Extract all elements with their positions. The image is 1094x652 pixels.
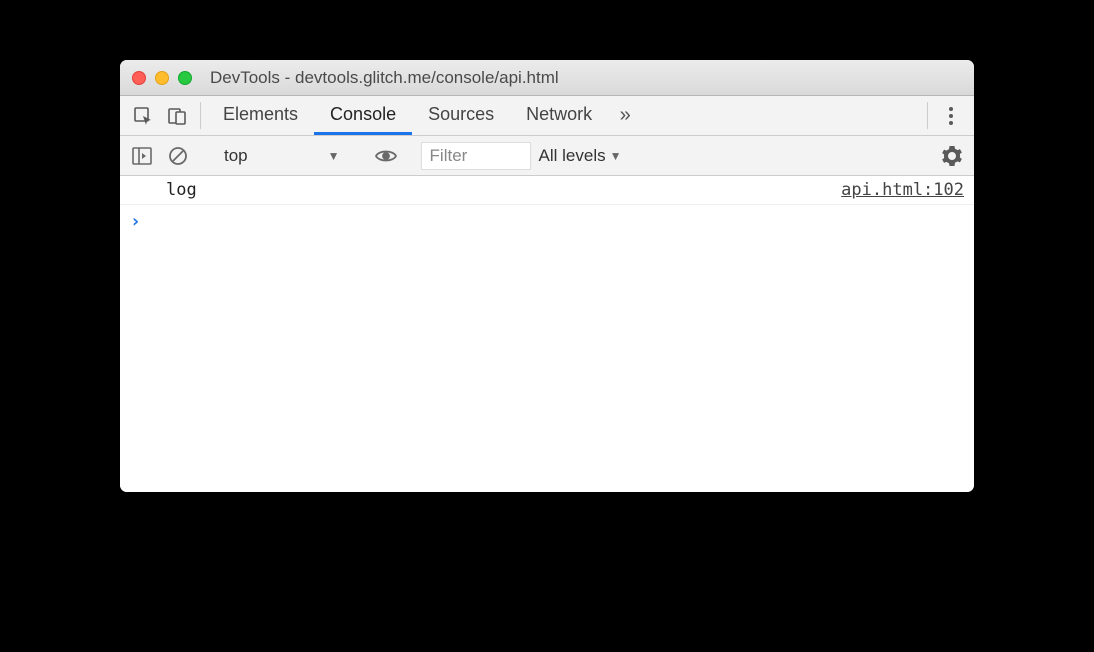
levels-label: All levels bbox=[539, 146, 606, 166]
dropdown-icon: ▼ bbox=[328, 149, 340, 163]
context-label: top bbox=[224, 146, 248, 166]
inspect-element-icon[interactable] bbox=[126, 96, 160, 135]
tab-console[interactable]: Console bbox=[314, 96, 412, 135]
filter-input[interactable] bbox=[421, 142, 531, 170]
tab-network[interactable]: Network bbox=[510, 96, 608, 135]
tab-bar: Elements Console Sources Network » bbox=[120, 96, 974, 136]
console-toolbar: top ▼ All levels ▼ bbox=[120, 136, 974, 176]
context-selector[interactable]: top ▼ bbox=[213, 143, 351, 169]
close-window-button[interactable] bbox=[132, 71, 146, 85]
clear-console-icon[interactable] bbox=[164, 142, 192, 170]
settings-icon[interactable] bbox=[938, 142, 966, 170]
log-levels-selector[interactable]: All levels ▼ bbox=[539, 146, 622, 166]
divider bbox=[927, 102, 928, 129]
sidebar-toggle-icon[interactable] bbox=[128, 142, 156, 170]
console-prompt[interactable]: › bbox=[120, 205, 974, 237]
titlebar: DevTools - devtools.glitch.me/console/ap… bbox=[120, 60, 974, 96]
divider bbox=[200, 102, 201, 129]
console-input[interactable] bbox=[149, 209, 964, 233]
device-toolbar-icon[interactable] bbox=[160, 96, 194, 135]
console-output: log api.html:102 › bbox=[120, 176, 974, 492]
tab-sources[interactable]: Sources bbox=[412, 96, 510, 135]
prompt-caret-icon: › bbox=[130, 211, 141, 232]
window-title: DevTools - devtools.glitch.me/console/ap… bbox=[210, 68, 559, 88]
log-entry: log api.html:102 bbox=[120, 176, 974, 205]
log-source-link[interactable]: api.html:102 bbox=[841, 180, 964, 200]
zoom-window-button[interactable] bbox=[178, 71, 192, 85]
devtools-window: DevTools - devtools.glitch.me/console/ap… bbox=[120, 60, 974, 492]
traffic-lights bbox=[132, 71, 192, 85]
tab-elements[interactable]: Elements bbox=[207, 96, 314, 135]
menu-icon[interactable] bbox=[934, 96, 968, 135]
more-tabs-icon[interactable]: » bbox=[608, 96, 642, 135]
log-message: log bbox=[166, 180, 841, 200]
minimize-window-button[interactable] bbox=[155, 71, 169, 85]
eye-icon[interactable] bbox=[372, 142, 400, 170]
dropdown-icon: ▼ bbox=[610, 149, 622, 163]
